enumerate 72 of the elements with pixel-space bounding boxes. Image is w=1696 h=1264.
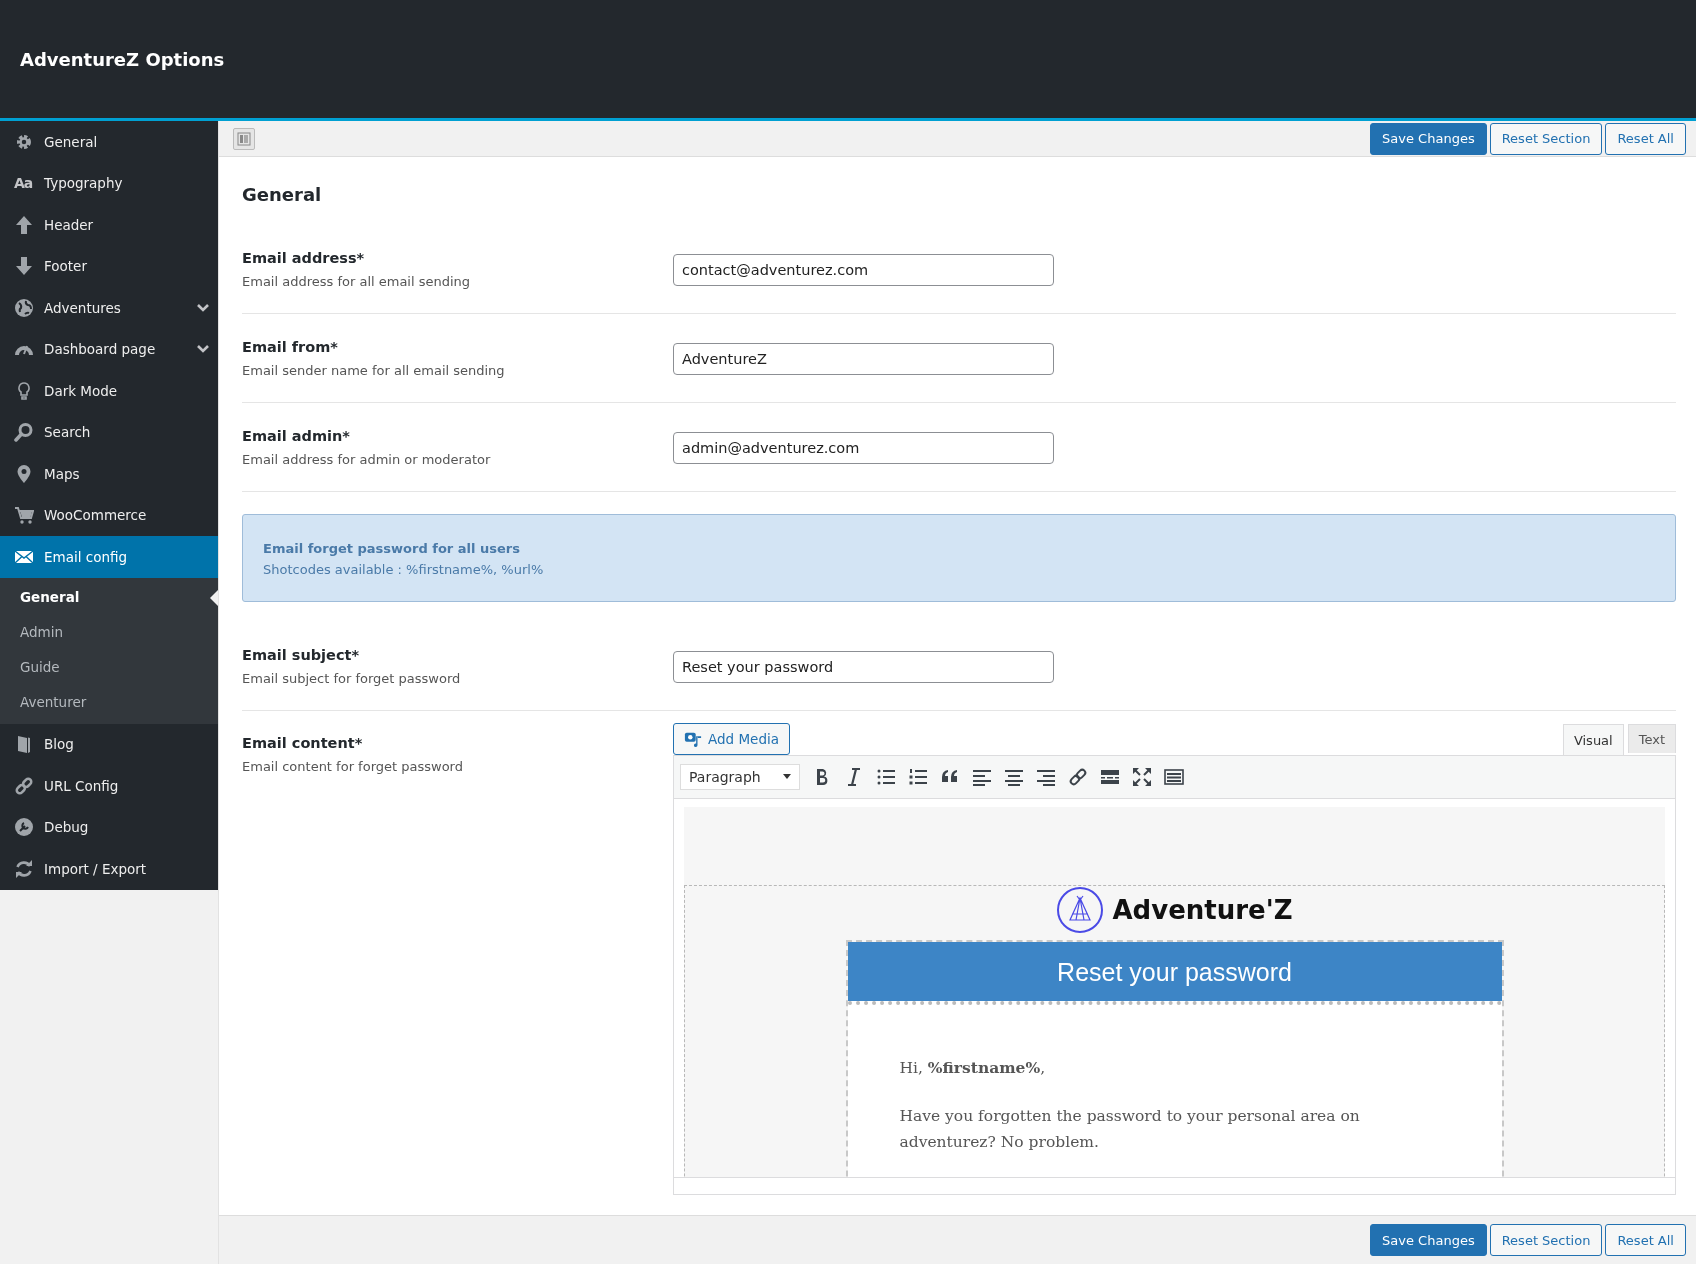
submenu-item[interactable]: Aventurer [0, 684, 218, 720]
sidebar-item[interactable]: Aa Typography [0, 162, 218, 204]
sidebar-item[interactable]: Import / Export [0, 848, 218, 890]
email-banner: Reset your password [847, 942, 1502, 1001]
text-input[interactable]: Reset your password [673, 651, 1054, 683]
fullscreen-icon [1132, 767, 1152, 787]
editor-tab[interactable]: Text [1627, 724, 1676, 753]
caret-icon [783, 774, 791, 780]
email-paragraph: Have you forgotten the password to your personal area on adventurez? No problem. [899, 1106, 1361, 1153]
info-title: Email forget password for all users [263, 541, 521, 556]
refresh-icon [14, 858, 34, 879]
field-label: Email address* [242, 250, 366, 266]
camera-music-icon [684, 730, 702, 748]
reset-all-button[interactable]: Reset All [1605, 1224, 1686, 1256]
info-text: Shotcodes available : %firstname%, %url% [263, 562, 545, 577]
add-media-button[interactable]: Add Media [673, 723, 790, 755]
sidebar-item[interactable]: Adventures [0, 287, 218, 329]
font-icon: Aa [14, 175, 34, 192]
sidebar-item[interactable]: Dashboard page [0, 328, 218, 370]
sidebar-item[interactable]: Footer [0, 245, 218, 287]
bullet-list-icon [876, 767, 896, 787]
align-left-icon [972, 767, 992, 787]
keyboard-icon [1164, 767, 1184, 787]
submenu-item[interactable]: Guide [0, 649, 218, 685]
panel-toggle-icon[interactable] [233, 127, 255, 150]
text-input[interactable]: admin@adventurez.com [673, 432, 1054, 464]
sidebar-item[interactable]: General [0, 121, 218, 163]
greeting-text: Hi, %firstname%, [899, 1057, 1047, 1079]
sidebar-item[interactable]: WooCommerce [0, 494, 218, 536]
reset-section-button[interactable]: Reset Section [1489, 1224, 1603, 1256]
editor-tab[interactable]: Visual [1562, 724, 1624, 755]
field-description: Email subject for forget password [242, 671, 462, 686]
link-icon [1068, 767, 1088, 787]
sidebar-item[interactable]: Email config [0, 536, 218, 578]
field-description: Email sender name for all email sending [242, 363, 506, 378]
cart-icon [14, 505, 34, 526]
sidebar-item[interactable]: Dark Mode [0, 370, 218, 412]
field-label: Email admin* [242, 428, 351, 444]
sidebar-item[interactable]: URL Config [0, 765, 218, 807]
submenu-item[interactable]: General [0, 579, 218, 615]
align-right-icon [1036, 767, 1056, 787]
sidebar-item[interactable]: Header [0, 204, 218, 246]
sidebar-item[interactable]: Debug [0, 806, 218, 848]
field-label: Email from* [242, 339, 339, 355]
field-description: Email address for all email sending [242, 274, 472, 289]
reset-all-button[interactable]: Reset All [1605, 122, 1686, 155]
arrow-down-icon [14, 256, 34, 277]
field-description: Email content for forget password [242, 759, 464, 774]
read-more-icon [1100, 767, 1120, 787]
save-changes-button[interactable]: Save Changes [1370, 1224, 1487, 1256]
text-input[interactable]: contact@adventurez.com [673, 254, 1054, 286]
sidebar-item[interactable]: Search [0, 411, 218, 453]
field-label: Email subject* [242, 647, 361, 663]
search-icon [14, 422, 34, 443]
globe-icon [14, 297, 34, 318]
page-title: AdventureZ Options [20, 48, 225, 70]
submenu-item[interactable]: Admin [0, 614, 218, 650]
arrow-up-icon [14, 214, 34, 235]
text-input[interactable]: AdventureZ [673, 343, 1054, 375]
reset-section-button[interactable]: Reset Section [1489, 122, 1603, 155]
link-icon [14, 775, 34, 796]
logo-text: Adventure'Z [1112, 895, 1293, 925]
sidebar-item[interactable]: Maps [0, 453, 218, 495]
numbered-list-icon [908, 767, 928, 787]
align-center-icon [1004, 767, 1024, 787]
tent-logo-icon [1056, 886, 1105, 934]
sidebar-item[interactable]: Blog [0, 723, 218, 765]
section-title: General [242, 184, 323, 205]
field-label: Email content* [242, 735, 364, 751]
save-changes-button[interactable]: Save Changes [1370, 122, 1487, 155]
field-description: Email address for admin or moderator [242, 452, 492, 467]
format-dropdown[interactable]: Paragraph [680, 764, 800, 790]
